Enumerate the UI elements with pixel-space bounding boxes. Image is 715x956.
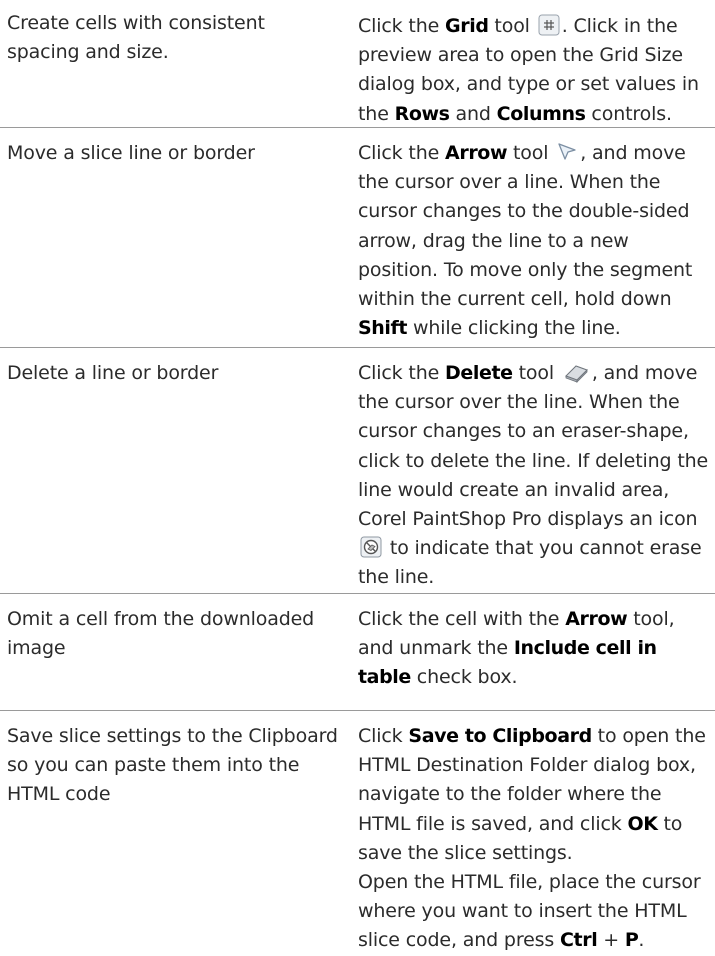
- desc-text: +: [597, 929, 625, 952]
- task-cell: Delete a line or border: [0, 348, 343, 593]
- desc-text: Open the HTML file, place the cursor whe…: [358, 871, 701, 952]
- desc-text: while clicking the line.: [407, 317, 621, 340]
- task-text: Move a slice line or border: [7, 142, 255, 164]
- table-row: Create cells with consistent spacing and…: [0, 0, 715, 128]
- task-text: Delete a line or border: [7, 362, 219, 384]
- bold-term: Save to Clipboard: [408, 725, 592, 747]
- bold-term: Grid: [445, 15, 489, 37]
- bold-term: Shift: [358, 317, 408, 340]
- desc-text: Click the: [358, 142, 446, 164]
- table-row: Omit a cell from the downloaded image Cl…: [0, 594, 715, 711]
- cannot-erase-icon: [360, 536, 382, 558]
- task-text: Save slice settings to the Clipboard so …: [7, 725, 338, 806]
- desc-text: to indicate that you cannot erase the li…: [358, 537, 702, 589]
- bold-term: OK: [627, 812, 658, 835]
- table-row: Move a slice line or border Click the Ar…: [0, 128, 715, 348]
- desc-text: Click the: [358, 15, 446, 37]
- desc-text: tool: [488, 15, 536, 37]
- desc-text: Click the: [358, 362, 446, 384]
- bold-term: Arrow: [445, 142, 508, 164]
- description-cell: Click Save to Clipboard to open the HTML…: [343, 711, 715, 951]
- description-cell: Click the Grid tool . Click in the previ…: [343, 0, 715, 127]
- grid-tool-icon: [538, 14, 560, 36]
- desc-text: tool: [512, 362, 560, 384]
- bold-term: Rows: [394, 102, 450, 125]
- desc-text: , and move the cursor over a line. When …: [358, 142, 693, 311]
- task-cell: Save slice settings to the Clipboard so …: [0, 711, 343, 920]
- bold-term: Delete: [445, 362, 513, 384]
- desc-text: .: [638, 929, 645, 952]
- bold-term: P: [624, 929, 639, 952]
- task-text: Create cells with consistent spacing and…: [7, 12, 265, 64]
- desc-text: tool: [507, 142, 555, 164]
- delete-tool-icon: [562, 361, 590, 383]
- task-table: Create cells with consistent spacing and…: [0, 0, 715, 951]
- arrow-tool-icon: [556, 141, 578, 163]
- desc-text: Click: [358, 725, 409, 747]
- task-cell: Create cells with consistent spacing and…: [0, 0, 343, 127]
- table-row: Delete a line or border Click the Delete…: [0, 348, 715, 594]
- description-cell: Click the Delete tool , and move the cur…: [343, 348, 715, 593]
- description-cell: Click the cell with the Arrow tool, and …: [343, 594, 715, 710]
- desc-text: and: [449, 102, 497, 125]
- task-text: Omit a cell from the downloaded image: [7, 608, 315, 660]
- table-row: Save slice settings to the Clipboard so …: [0, 711, 715, 951]
- task-cell: Omit a cell from the downloaded image: [0, 594, 343, 710]
- description-cell: Click the Arrow tool , and move the curs…: [343, 128, 715, 347]
- desc-text: Click the cell with the: [358, 608, 566, 630]
- desc-text: check box.: [410, 666, 518, 689]
- desc-text: controls.: [585, 102, 672, 125]
- task-cell: Move a slice line or border: [0, 128, 343, 347]
- desc-text: , and move the cursor over the line. Whe…: [358, 362, 709, 531]
- bold-term: Ctrl: [560, 929, 598, 952]
- bold-term: Arrow: [565, 608, 628, 630]
- bold-term: Columns: [496, 102, 586, 125]
